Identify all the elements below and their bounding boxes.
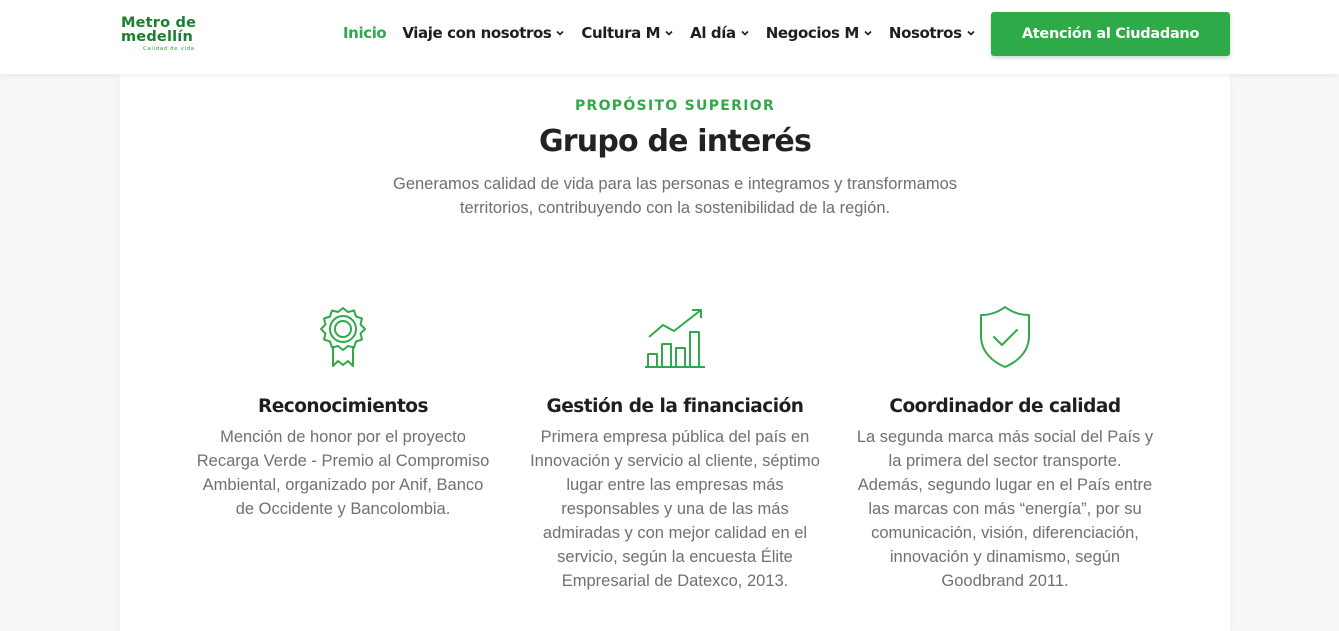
main-nav: Inicio Viaje con nosotros Cultura M Al d… (343, 20, 992, 46)
feature-text: La segunda marca más social del País y l… (856, 428, 1154, 590)
nav-item-inicio[interactable]: Inicio (343, 24, 387, 42)
chevron-down-icon (665, 30, 673, 36)
purpose-section: PROPÓSITO SUPERIOR Grupo de interés Gene… (120, 74, 1230, 631)
chevron-down-icon (967, 30, 975, 36)
shield-check-icon (980, 306, 1030, 368)
nav-item-label: Cultura M (581, 24, 661, 42)
feature-title: Coordinador de calidad (889, 396, 1121, 417)
section-title: Grupo de interés (538, 124, 812, 159)
feature-text: Mención de honor por el proyecto Recarga… (196, 428, 490, 518)
metro-medellin-logo[interactable]: Metro de medellín Calidad de vida (121, 16, 203, 54)
feature-coordinador-calidad: Coordinador de calidad La segunda marca … (855, 304, 1155, 593)
logo-line-1: Metro de (121, 15, 197, 31)
nav-item-al-dia[interactable]: Al día (690, 24, 750, 42)
section-subtitle: Generamos calidad de vida para las perso… (392, 175, 958, 217)
section-eyebrow: PROPÓSITO SUPERIOR (574, 98, 776, 114)
nav-item-label: Viaje con nosotros (402, 24, 552, 42)
feature-title: Reconocimientos (257, 396, 429, 417)
growth-chart-icon (645, 309, 705, 368)
logo-tagline: Calidad de vida (143, 46, 195, 52)
feature-text: Primera empresa pública del país en Inno… (530, 428, 820, 590)
chevron-down-icon (741, 30, 749, 36)
feature-gestion-financiacion: Gestión de la financiación Primera empre… (525, 304, 825, 593)
nav-item-viaje-con-nosotros[interactable]: Viaje con nosotros (402, 24, 565, 42)
nav-item-nosotros[interactable]: Nosotros (889, 24, 976, 42)
nav-item-negocios-m[interactable]: Negocios M (766, 24, 873, 42)
nav-item-label: Al día (690, 24, 736, 42)
feature-reconocimientos: Reconocimientos Mención de honor por el … (193, 304, 493, 521)
logo-line-2: medellín (121, 29, 193, 45)
chevron-down-icon (556, 30, 564, 36)
site-header: Metro de medellín Calidad de vida Inicio… (0, 0, 1339, 74)
atencion-ciudadano-button[interactable]: Atención al Ciudadano (991, 12, 1230, 56)
award-ribbon-icon (320, 307, 366, 367)
chevron-down-icon (864, 30, 872, 36)
nav-item-cultura-m[interactable]: Cultura M (581, 24, 674, 42)
nav-item-label: Nosotros (888, 24, 962, 42)
feature-title: Gestión de la financiación (546, 396, 804, 417)
nav-item-label: Negocios M (765, 24, 860, 42)
nav-item-label: Inicio (343, 24, 387, 42)
